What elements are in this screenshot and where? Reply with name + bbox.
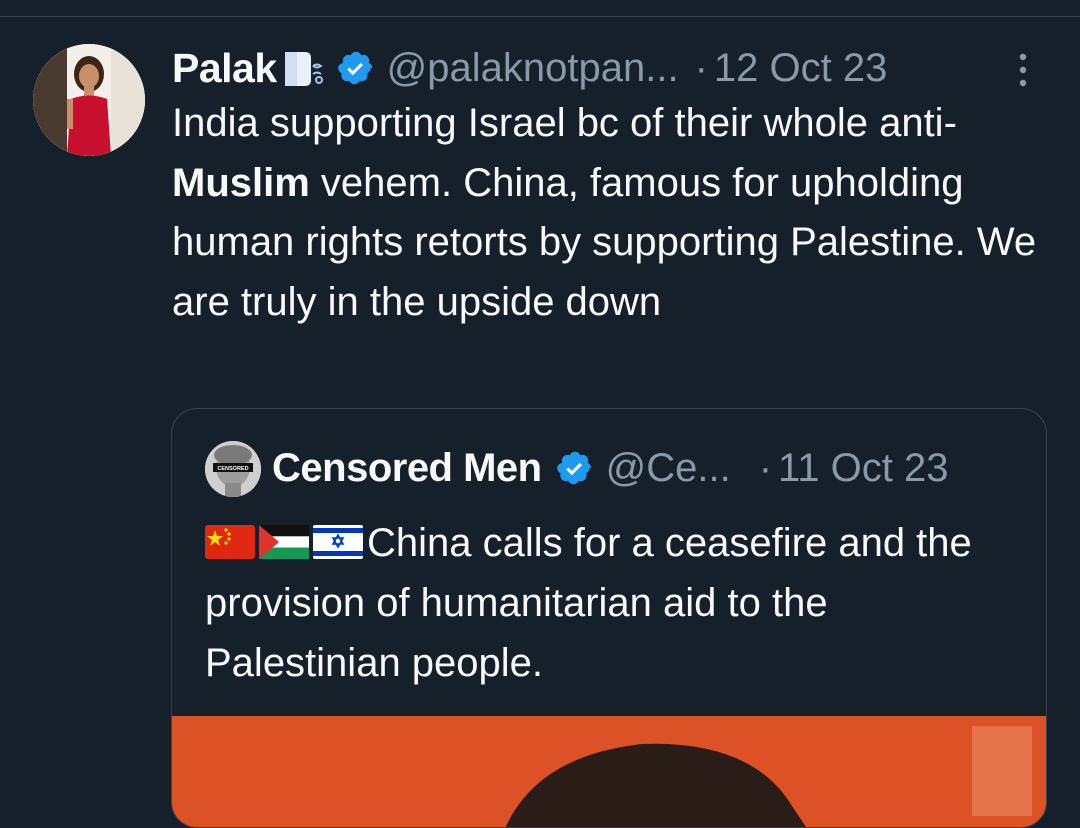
quoted-tweet-header: Censored Men @Ce... · 11 Oct 23 bbox=[272, 439, 948, 497]
author-name[interactable]: Palak bbox=[172, 45, 277, 92]
tweet-text: India supporting Israel bc of their whol… bbox=[172, 94, 1052, 332]
quoted-author-handle[interactable]: @Ce... bbox=[606, 446, 731, 491]
israel-flag-icon bbox=[313, 516, 363, 559]
verified-badge-icon bbox=[556, 449, 594, 487]
dashing-away-icon bbox=[281, 46, 325, 90]
more-options-icon[interactable] bbox=[1010, 50, 1036, 90]
tweet-text-bold: Muslim bbox=[172, 160, 310, 205]
tweet-header: Palak @palaknotpan... · 12 Oct 23 bbox=[172, 40, 887, 96]
palestine-flag-icon bbox=[259, 516, 309, 559]
avatar-caption: CENSORED bbox=[217, 466, 248, 472]
china-flag-icon bbox=[205, 516, 255, 559]
verified-badge-icon bbox=[337, 49, 375, 87]
tweet-text-part1: India supporting Israel bc of their whol… bbox=[172, 101, 957, 145]
quoted-author-avatar[interactable]: CENSORED bbox=[205, 441, 261, 497]
quoted-author-name[interactable]: Censored Men bbox=[272, 446, 542, 491]
quoted-tweet-date[interactable]: 11 Oct 23 bbox=[778, 446, 948, 491]
quoted-tweet-text: China calls for a ceasefire and the prov… bbox=[205, 513, 1025, 693]
top-divider bbox=[0, 16, 1080, 17]
quoted-tweet-card[interactable]: CENSORED Censored Men @Ce... · 11 Oct 23… bbox=[171, 408, 1047, 828]
quoted-tweet-image[interactable] bbox=[172, 716, 1046, 827]
separator-dot: · bbox=[758, 445, 773, 490]
author-avatar[interactable] bbox=[33, 44, 145, 156]
separator-dot: · bbox=[694, 45, 708, 90]
tweet-date[interactable]: 12 Oct 23 bbox=[714, 46, 887, 91]
author-handle[interactable]: @palaknotpan... bbox=[387, 46, 679, 91]
